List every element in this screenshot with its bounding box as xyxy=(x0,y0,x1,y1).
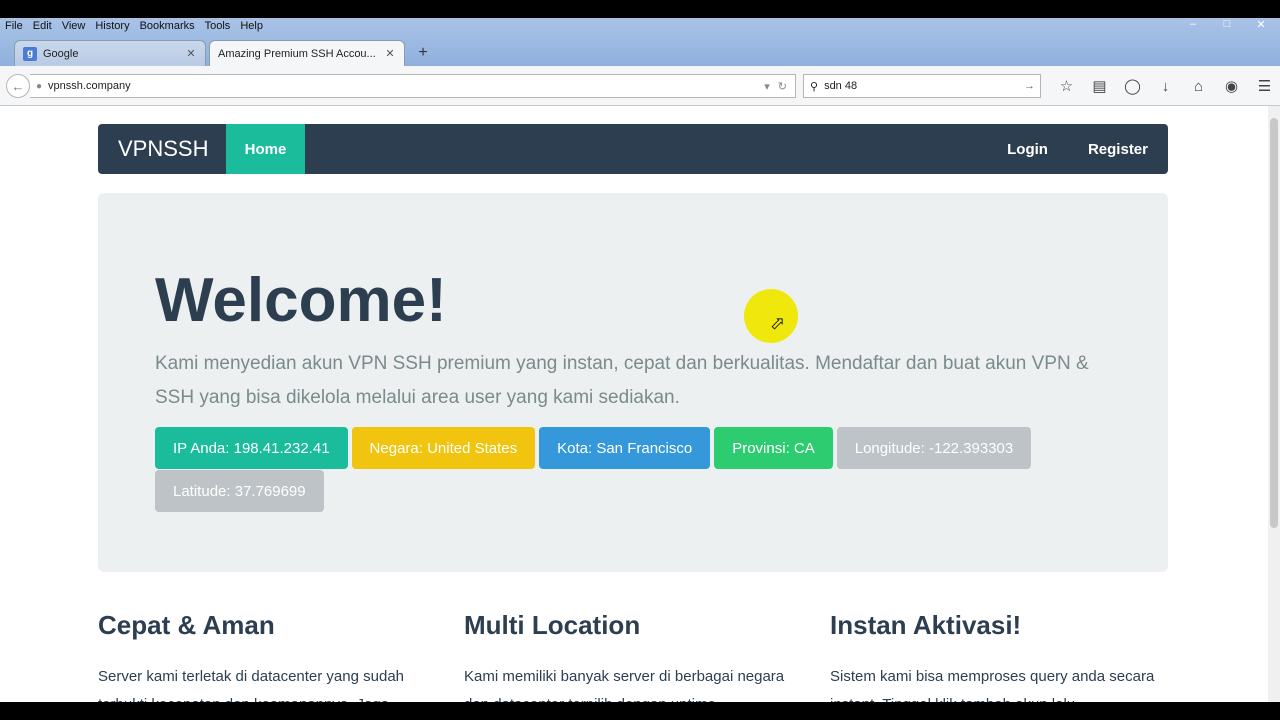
feature-text: Kami memiliki banyak server di berbagai … xyxy=(464,668,785,702)
url-text: vpnssh.company xyxy=(48,80,131,92)
search-bar[interactable]: ⚲ sdn 48 → xyxy=(803,74,1041,98)
hero-title: Welcome! xyxy=(155,266,447,335)
close-tab-icon[interactable]: ✕ xyxy=(185,47,197,60)
badge-city: Kota: San Francisco xyxy=(539,427,711,469)
mouse-cursor-icon: ⬀ xyxy=(770,313,786,333)
hero-jumbotron: Welcome! Kami menyedian akun VPN SSH pre… xyxy=(98,193,1168,572)
screen-bottom-border xyxy=(0,702,1280,720)
screen-top-border xyxy=(0,0,1280,18)
minimize-icon[interactable]: – xyxy=(1184,18,1202,31)
feature-title: Cepat & Aman xyxy=(98,610,275,640)
menu-edit[interactable]: Edit xyxy=(28,18,57,36)
back-arrow-icon[interactable]: ← xyxy=(6,74,30,98)
home-icon[interactable]: ⌂ xyxy=(1182,74,1215,98)
search-icon: ⚲ xyxy=(810,80,819,93)
site-brand[interactable]: VPNSSH xyxy=(118,124,208,174)
feature-column: Multi Location Kami memiliki banyak serv… xyxy=(464,610,804,702)
browser-titlebar: File Edit View History Bookmarks Tools H… xyxy=(0,18,1280,66)
toolbar-icons: ☆ ▤ ◯ ↓ ⌂ ◉ ☰ xyxy=(1050,74,1280,98)
location-badges: IP Anda: 198.41.232.41 Negara: United St… xyxy=(155,427,1115,513)
menu-bookmarks[interactable]: Bookmarks xyxy=(135,18,200,36)
menu-view[interactable]: View xyxy=(57,18,91,36)
badge-country: Negara: United States xyxy=(351,427,536,469)
tab-google[interactable]: g Google ✕ xyxy=(14,40,206,66)
search-query: sdn 48 xyxy=(824,80,858,92)
maximize-icon[interactable]: □ xyxy=(1218,18,1236,31)
dropdown-icon[interactable]: ▾ xyxy=(764,80,770,93)
page-viewport: VPNSSH Home Login Register Welcome! Kami… xyxy=(0,106,1268,702)
feature-column: Instan Aktivasi! Sistem kami bisa mempro… xyxy=(830,610,1170,702)
tab-vpnssh[interactable]: Amazing Premium SSH Accou... ✕ xyxy=(209,40,405,66)
bookmark-star-icon[interactable]: ☆ xyxy=(1050,74,1083,98)
vertical-scrollbar[interactable] xyxy=(1268,106,1280,702)
feature-column: Cepat & Aman Server kami terletak di dat… xyxy=(98,610,438,702)
tab-title: Amazing Premium SSH Accou... xyxy=(218,47,376,60)
download-arrow-icon[interactable]: ↓ xyxy=(1149,74,1182,98)
site-navbar: VPNSSH Home Login Register xyxy=(98,124,1168,174)
menu-bar: File Edit View History Bookmarks Tools H… xyxy=(0,18,268,36)
window-controls: – □ ✕ xyxy=(1184,18,1270,31)
feature-text: Sistem kami bisa memproses query anda se… xyxy=(830,668,1155,702)
reload-icon[interactable]: ↻ xyxy=(778,80,787,93)
nav-login-link[interactable]: Login xyxy=(1007,141,1048,158)
globe-icon: ● xyxy=(36,80,43,92)
badge-ip: IP Anda: 198.41.232.41 xyxy=(155,427,348,469)
search-go-arrow-icon[interactable]: → xyxy=(1024,80,1035,92)
badge-latitude: Latitude: 37.769699 xyxy=(155,470,324,512)
chat-icon[interactable]: ◉ xyxy=(1215,74,1248,98)
address-bar[interactable]: ● vpnssh.company ▾ ↻ xyxy=(30,74,796,98)
menu-history[interactable]: History xyxy=(90,18,134,36)
browser-toolbar: ← ● vpnssh.company ▾ ↻ ⚲ sdn 48 → ☆ ▤ ◯ … xyxy=(0,66,1280,106)
clipboard-icon[interactable]: ▤ xyxy=(1083,74,1116,98)
scrollbar-thumb[interactable] xyxy=(1270,118,1278,528)
feature-title: Instan Aktivasi! xyxy=(830,610,1022,640)
nav-right-links: Login Register xyxy=(1007,124,1148,174)
close-tab-icon[interactable]: ✕ xyxy=(384,47,396,60)
close-window-icon[interactable]: ✕ xyxy=(1252,18,1270,31)
menu-file[interactable]: File xyxy=(0,18,28,36)
badge-longitude: Longitude: -122.393303 xyxy=(836,427,1032,469)
tab-title: Google xyxy=(43,47,79,60)
menu-tools[interactable]: Tools xyxy=(200,18,236,36)
feature-text: Server kami terletak di datacenter yang … xyxy=(98,668,404,702)
google-favicon-icon: g xyxy=(23,46,37,61)
badge-province: Provinsi: CA xyxy=(714,427,833,469)
menu-help[interactable]: Help xyxy=(235,18,268,36)
nav-register-link[interactable]: Register xyxy=(1088,141,1148,158)
pocket-icon[interactable]: ◯ xyxy=(1116,74,1149,98)
hamburger-menu-icon[interactable]: ☰ xyxy=(1248,74,1280,98)
feature-title: Multi Location xyxy=(464,610,641,640)
hero-text: Kami menyedian akun VPN SSH premium yang… xyxy=(155,353,1089,408)
nav-home-link[interactable]: Home xyxy=(226,124,305,174)
new-tab-icon[interactable]: + xyxy=(412,42,434,64)
tab-strip: g Google ✕ Amazing Premium SSH Accou... … xyxy=(14,39,434,66)
